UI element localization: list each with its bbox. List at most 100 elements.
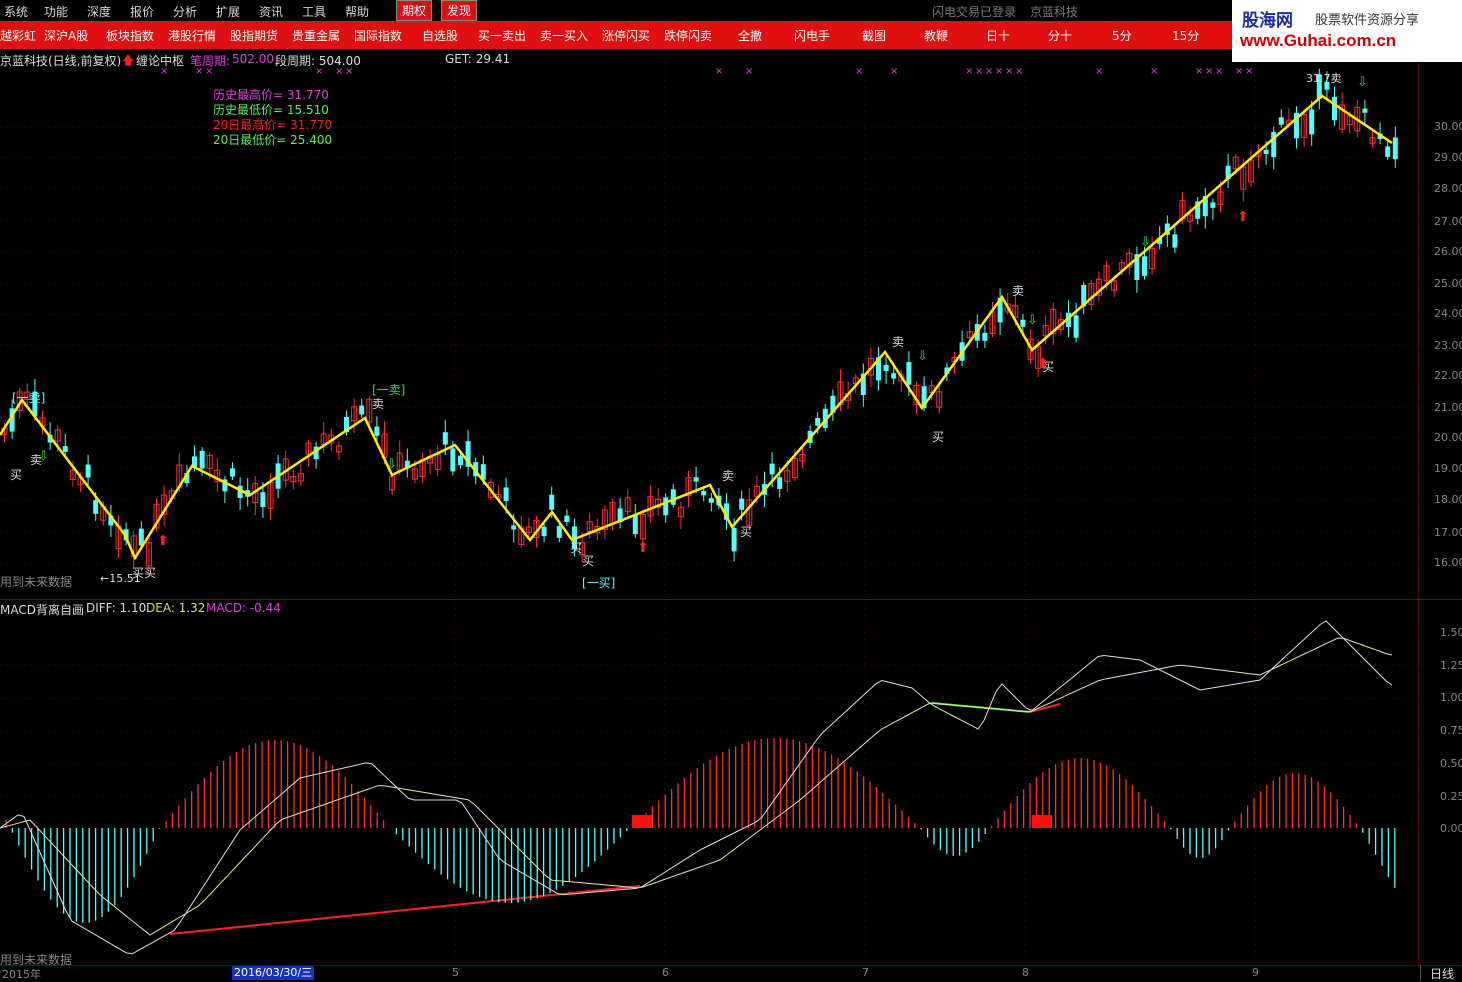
marker-x: × [715,66,723,77]
candle-body [359,405,365,415]
candle-body [503,487,509,501]
candle-body [564,515,570,523]
macd-y-tick: 1.00 [1440,691,1462,704]
marker-x: × [1095,66,1103,77]
divergence-line [169,885,641,935]
buy-signal: 买 [582,554,594,568]
sell-arrow-icon: ⇩ [1027,313,1038,328]
signal-label: 31.7卖 [1306,72,1342,85]
buy-arrow-icon: ⬆ [157,533,169,549]
sell-arrow-icon: ⇩ [386,457,397,472]
buy-signal: 买 [932,430,944,444]
x-tick: 7 [862,966,869,979]
candle-body [374,426,380,436]
price-chart[interactable]: [一卖] [一卖] [一买] ←15.51 31.7卖 买 卖 买买 卖 买 买… [0,0,1418,965]
candle-body [693,477,699,482]
candle-body [230,468,235,477]
y-tick: 20.00 [1434,431,1462,444]
marker-x: × [1245,66,1253,77]
signal-label: [一卖] [12,391,45,405]
candle-body [739,498,745,510]
candle-body [906,362,912,385]
marker-x: × [855,66,863,77]
sell-arrow-icon: ⇩ [1140,235,1151,250]
candle-body [632,514,638,535]
candle-body [777,477,783,489]
candle-body [93,500,99,514]
marker-x: × [1005,66,1013,77]
candle-body [1332,96,1337,121]
candle-body [1362,108,1368,113]
sell-arrow-icon: ⇩ [1357,75,1368,90]
candle-body [1210,202,1216,208]
period-selector[interactable]: 日线 [1420,965,1462,981]
y-tick: 17.00 [1434,526,1462,539]
candle-body [62,446,68,452]
dea-line [0,637,1393,936]
sell-signal: 卖 [1012,284,1024,298]
candle-body [883,364,889,372]
signal-label: [一卖] [372,383,405,397]
marker-x: × [195,66,203,77]
sell-signal: 卖 [372,397,384,411]
diff-line [0,620,1393,955]
y-tick: 24.00 [1434,307,1462,320]
candle-body [549,494,555,510]
y-tick: 23.00 [1434,339,1462,352]
candle-body [1309,109,1315,135]
candle-body [701,490,707,496]
macd-y-tick: 0.00 [1440,822,1462,835]
x-tick: 5 [452,966,459,979]
x-tick: 2015年 [2,968,41,981]
candle-body [1142,256,1147,276]
candle-body [663,497,669,516]
macd-y-tick: 0.50 [1440,757,1462,770]
candle-body [708,498,714,503]
candle-body [731,528,737,552]
marker-x: × [1150,66,1158,77]
x-tick: 8 [1022,966,1029,979]
x-tick: 6 [662,966,669,979]
candle-body [1172,234,1178,248]
buy-signal: 买买 [132,566,156,580]
macd-y-tick: 1.25 [1440,659,1462,672]
macd-signal-block [1032,815,1052,828]
candle-body [1020,319,1026,327]
marker-x: × [985,66,993,77]
macd-y-tick: 0.75 [1440,724,1462,737]
sell-signal: 卖 [892,335,904,349]
marker-x: × [995,66,1003,77]
candle-body [199,450,205,469]
candle-body [85,464,91,478]
marker-x: × [1215,66,1223,77]
marker-x: × [315,66,323,77]
candle-body [1385,146,1391,157]
marker-x: × [205,66,213,77]
y-tick: 21.00 [1434,401,1462,414]
y-tick: 25.00 [1434,277,1462,290]
buy-signal: 买 [10,468,22,482]
candle-body [1278,117,1284,125]
y-tick: 19.00 [1434,462,1462,475]
marker-x: × [1235,66,1243,77]
candle-body [442,432,448,445]
marker-x: × [745,66,753,77]
y-tick: 29.00 [1434,151,1462,164]
marker-x: × [335,66,343,77]
y-tick: 26.00 [1434,245,1462,258]
candle-body [260,492,266,508]
signal-label: [一买] [582,576,615,590]
selected-date[interactable]: 2016/03/30/三 [232,966,315,980]
marker-x: × [890,66,898,77]
macd-signal-block [632,815,652,828]
candle-body [541,526,547,537]
candle-body [511,525,517,530]
marker-x: × [1205,66,1213,77]
y-tick: 16.00 [1434,556,1462,569]
candle-body [891,373,897,379]
axis-divider [1418,62,1419,965]
macd-y-tick: 1.50 [1440,626,1462,639]
marker-x: × [975,66,983,77]
buy-arrow-icon: ⬆ [1037,356,1049,372]
y-tick: 22.00 [1434,369,1462,382]
